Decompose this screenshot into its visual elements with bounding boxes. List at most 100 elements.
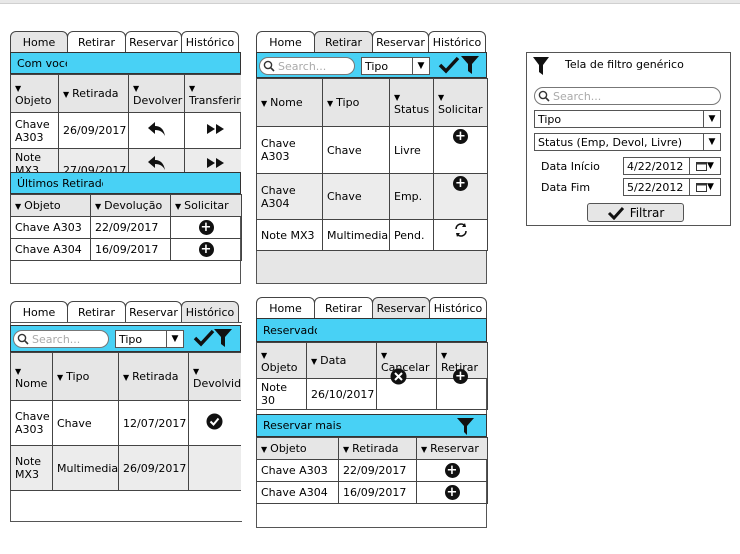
tab-historico[interactable]: Histórico: [428, 31, 486, 53]
type-select[interactable]: Tipo ▼: [115, 330, 184, 348]
transfer-icon[interactable]: [184, 148, 241, 172]
start-date-field[interactable]: 4/22/2012 ▼: [623, 157, 721, 175]
tab-home[interactable]: Home: [10, 301, 68, 323]
cell-objeto: Chave A303: [10, 112, 59, 149]
historico-table: ▼Nome ▼Tipo ▼Retirada ▼Devolvido Chave A…: [10, 352, 241, 491]
plus-icon[interactable]: +: [453, 369, 468, 384]
tab-retirar[interactable]: Retirar: [67, 301, 126, 323]
tab-historico[interactable]: Histórico: [429, 297, 487, 319]
type-select[interactable]: Tipo ▼: [361, 57, 430, 75]
col-data[interactable]: ▼ Data: [306, 342, 377, 379]
tab-reservar[interactable]: Reservar: [125, 31, 182, 53]
return-icon[interactable]: [128, 148, 185, 172]
col-objeto[interactable]: ▼ Objeto: [256, 342, 307, 379]
col-transferir[interactable]: ▼ Transferir: [184, 74, 241, 113]
return-icon[interactable]: [128, 112, 185, 149]
search-input[interactable]: Search...: [259, 57, 355, 75]
tab-reservar[interactable]: Reservar: [372, 297, 430, 319]
search-icon: [538, 90, 550, 102]
col-nome[interactable]: ▼ Nome: [256, 78, 323, 127]
plus-icon[interactable]: +: [198, 242, 214, 257]
cell-nome: Note MX3: [256, 219, 323, 251]
col-reservar[interactable]: ▼ Reservar: [416, 437, 488, 460]
col-tipo[interactable]: ▼ Tipo: [52, 352, 119, 401]
filter-title: Tela de filtro genérico: [565, 58, 684, 71]
with-you-title: Com você: [17, 56, 67, 70]
cell-tipo: Chave: [322, 173, 390, 220]
reserve-more-title: Reservar mais: [263, 419, 342, 432]
sort-icon: ▼: [95, 202, 102, 211]
filter-icon: [533, 57, 549, 75]
transfer-icon[interactable]: [184, 112, 241, 149]
reserved-bar: Reservados: [256, 318, 487, 342]
type-select[interactable]: Tipo ▼: [534, 110, 721, 128]
tab-historico[interactable]: Histórico: [181, 301, 239, 323]
sort-icon: ▼: [133, 83, 140, 93]
calendar-icon[interactable]: ▼: [689, 158, 720, 174]
end-date-label: Data Fim: [541, 181, 591, 194]
search-input[interactable]: Search...: [534, 87, 721, 105]
sort-icon: ▼: [189, 83, 196, 93]
cell-retirada: 27/09/2017: [58, 148, 129, 172]
plus-icon[interactable]: +: [444, 485, 460, 500]
tab-retirar[interactable]: Retirar: [314, 31, 373, 53]
with-you-table: ▼ Objeto ▼ Retirada ▼ Devolver ▼ Transferir …: [10, 74, 241, 172]
recent-bar: Últimos Retirados: [10, 172, 241, 194]
plus-icon[interactable]: +: [198, 220, 214, 235]
sort-icon: ▼: [261, 445, 268, 454]
col-status[interactable]: ▼ Status: [389, 78, 434, 127]
chevron-down-icon: ▼: [412, 58, 429, 74]
col-solicitar[interactable]: ▼ Solicitar: [170, 194, 242, 217]
plus-icon[interactable]: +: [453, 176, 468, 191]
filter-icon[interactable]: [460, 55, 480, 75]
filter-icon[interactable]: [456, 417, 475, 436]
end-date-field[interactable]: 5/22/2012 ▼: [623, 178, 721, 196]
tab-historico[interactable]: Histórico: [181, 31, 239, 53]
col-retirada[interactable]: ▼ Retirada: [338, 437, 417, 460]
col-devolver[interactable]: ▼ Devolver: [128, 74, 185, 113]
cell-objeto: Chave A304: [256, 481, 339, 504]
cell-retirada: 16/09/2017: [338, 481, 417, 504]
retirar-screen-tabs: Home Retirar Reservar Histórico: [256, 31, 486, 53]
filter-button[interactable]: Filtrar: [587, 203, 684, 222]
cell-devolucao: 22/09/2017: [90, 216, 171, 239]
sort-icon: ▼: [193, 366, 200, 376]
tab-reservar[interactable]: Reservar: [372, 31, 429, 53]
col-solicitar[interactable]: ▼ Solicitar: [433, 78, 488, 127]
sort-icon: ▼: [123, 373, 130, 382]
cell-objeto: Chave A303: [256, 459, 339, 482]
col-nome[interactable]: ▼ Nome: [10, 352, 53, 401]
col-devolucao[interactable]: ▼ Devolução: [90, 194, 171, 217]
with-you-bar: Com você: [10, 52, 241, 74]
status-select[interactable]: Status (Emp, Devol, Livre) ▼: [534, 133, 721, 151]
tab-home[interactable]: Home: [256, 31, 315, 53]
chevron-down-icon: ▼: [703, 111, 720, 127]
col-tipo[interactable]: ▼ Tipo: [322, 78, 390, 127]
col-retirada[interactable]: ▼ Retirada: [118, 352, 189, 401]
cancel-icon[interactable]: [390, 368, 407, 385]
tab-retirar[interactable]: Retirar: [314, 297, 373, 319]
tab-retirar[interactable]: Retirar: [67, 31, 126, 53]
table-row: Chave A304 16/09/2017 +: [256, 481, 488, 504]
check-icon[interactable]: [193, 329, 215, 347]
table-row: Note 30 26/10/2017: [256, 378, 488, 410]
tab-home[interactable]: Home: [10, 31, 68, 53]
filter-icon[interactable]: [213, 328, 233, 348]
tab-reservar[interactable]: Reservar: [125, 301, 182, 323]
col-retirada[interactable]: ▼ Retirada: [58, 74, 129, 113]
retirar-table: ▼ Nome ▼ Tipo ▼ Status ▼ Solicitar Chave A30…: [256, 78, 488, 251]
sort-icon: ▼: [421, 445, 428, 454]
tab-home[interactable]: Home: [256, 297, 315, 319]
col-objeto[interactable]: ▼ Objeto: [256, 437, 339, 460]
cell-status: Emp.: [389, 173, 434, 220]
search-icon: [17, 333, 29, 345]
plus-icon[interactable]: +: [444, 463, 460, 478]
calendar-icon[interactable]: ▼: [689, 179, 720, 195]
plus-icon[interactable]: +: [453, 129, 468, 144]
check-icon[interactable]: [438, 56, 460, 74]
search-input[interactable]: Search...: [13, 330, 109, 348]
col-devolvido[interactable]: ▼Devolvido: [188, 352, 241, 401]
col-objeto[interactable]: ▼ Objeto: [10, 74, 59, 113]
refresh-icon[interactable]: [453, 222, 469, 238]
col-objeto[interactable]: ▼ Objeto: [10, 194, 91, 217]
